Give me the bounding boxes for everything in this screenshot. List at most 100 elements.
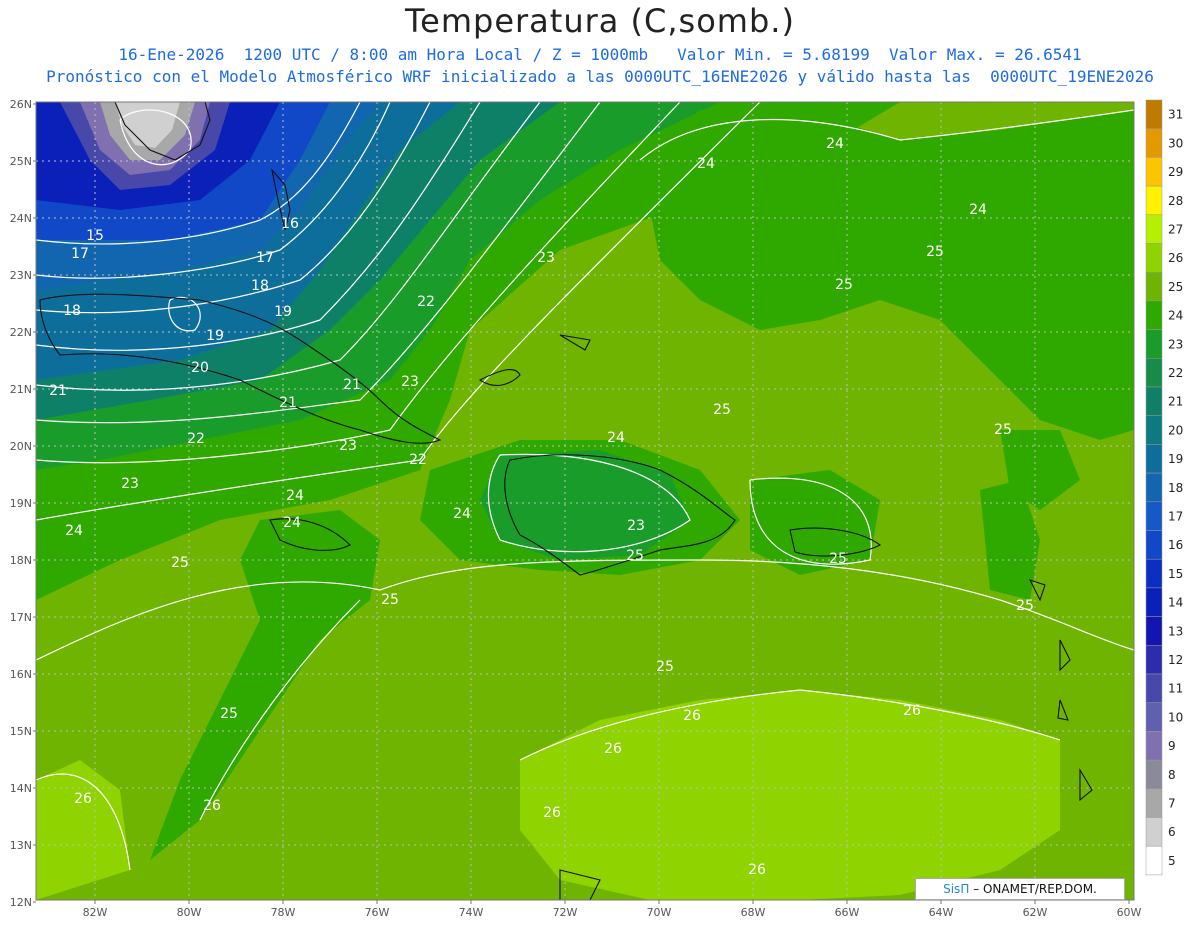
contour-label: 24: [283, 515, 301, 531]
colorbar-swatch: [1145, 271, 1163, 302]
credit-text: – ONAMET/REP.DOM.: [969, 882, 1097, 896]
colorbar-label: 25: [1168, 280, 1183, 294]
colorbar-label: 19: [1168, 452, 1183, 466]
contour-label: 23: [339, 438, 357, 454]
lon-label: 66W: [835, 906, 860, 919]
contour-label: 22: [417, 294, 435, 310]
contour-label: 15: [86, 228, 104, 244]
lat-label: 25N: [10, 155, 32, 168]
lat-label: 26N: [10, 98, 32, 111]
colorbar-swatch: [1145, 817, 1163, 847]
lat-label: 24N: [10, 212, 32, 225]
lon-label: 60W: [1117, 906, 1142, 919]
lat-label: 22N: [10, 326, 32, 339]
colorbar-swatch: [1145, 415, 1163, 445]
lon-label: 72W: [553, 906, 578, 919]
colorbar-swatch: [1145, 99, 1163, 129]
colorbar-swatch: [1145, 358, 1163, 388]
colorbar-swatch: [1145, 444, 1163, 474]
contour-label: 25: [171, 555, 189, 571]
contour-label: 23: [537, 250, 555, 266]
colorbar-label: 30: [1168, 136, 1183, 150]
colorbar-label: 16: [1168, 538, 1183, 552]
colorbar-label: 20: [1168, 423, 1183, 437]
colorbar-label: 8: [1168, 768, 1176, 782]
colorbar-label: 14: [1168, 596, 1183, 610]
colorbar-swatch: [1145, 645, 1163, 675]
colorbar-label: 24: [1168, 309, 1183, 323]
contour-label: 18: [251, 278, 269, 294]
contour-label: 16: [281, 216, 299, 232]
colorbar-label: 17: [1168, 510, 1183, 524]
colorbar-label: 29: [1168, 165, 1183, 179]
colorbar-legend: 31 30 29 28 27 26 25 24 23 22 21 20 19 18 17 16 15 14 13 12…: [1145, 99, 1183, 876]
contour-label: 26: [683, 708, 701, 724]
colorbar-label: 6: [1168, 825, 1176, 839]
lat-label: 15N: [10, 725, 32, 738]
temperature-map: 15 16 17 17 18 18 19 19 20 21 21 21 22 22 22 23 23 23 23 23…: [10, 98, 1184, 919]
colorbar-label: 13: [1168, 624, 1183, 638]
longitude-labels: 82W 80W 78W 76W 74W 72W 70W 68W 66W 64W 62W 60W: [83, 900, 1142, 919]
contour-label: 24: [826, 136, 844, 152]
colorbar-swatch: [1145, 788, 1163, 818]
colorbar-swatch: [1145, 185, 1163, 216]
lon-label: 78W: [271, 906, 296, 919]
lat-label: 17N: [10, 611, 32, 624]
contour-label: 24: [453, 506, 471, 522]
colorbar-swatch: [1145, 731, 1163, 761]
contour-label: 25: [1016, 598, 1034, 614]
lat-label: 23N: [10, 269, 32, 282]
contour-label: 18: [63, 303, 81, 319]
contour-label: 25: [835, 277, 853, 293]
contour-label: 21: [343, 377, 361, 393]
lon-label: 80W: [177, 906, 202, 919]
colorbar-label: 5: [1168, 854, 1176, 868]
lat-label: 16N: [10, 668, 32, 681]
contour-label: 25: [829, 551, 847, 567]
contour-label: 26: [903, 703, 921, 719]
colorbar-swatch: [1145, 157, 1163, 187]
colorbar-label: 15: [1168, 567, 1183, 581]
lon-label: 74W: [459, 906, 484, 919]
colorbar-swatch: [1145, 472, 1163, 503]
colorbar-swatch: [1145, 845, 1163, 876]
colorbar-label: 18: [1168, 481, 1183, 495]
lon-label: 82W: [83, 906, 108, 919]
contour-label: 17: [71, 246, 89, 262]
lon-label: 76W: [365, 906, 390, 919]
contour-label: 19: [274, 304, 292, 320]
lat-label: 14N: [10, 782, 32, 795]
colorbar-swatch: [1145, 702, 1163, 732]
lat-label: 18N: [10, 554, 32, 567]
credit-box: SisΠ – ONAMET/REP.DOM.: [915, 878, 1125, 900]
colorbar-swatch: [1145, 558, 1163, 589]
colorbar-swatch: [1145, 128, 1163, 158]
colorbar-swatch: [1145, 329, 1163, 359]
colorbar-swatch: [1145, 386, 1163, 416]
lat-label: 21N: [10, 383, 32, 396]
colorbar-swatch: [1145, 530, 1163, 560]
colorbar-swatch: [1145, 214, 1163, 244]
contour-label: 20: [191, 360, 209, 376]
lat-label: 20N: [10, 440, 32, 453]
lon-label: 68W: [741, 906, 766, 919]
map-field: [36, 102, 1134, 900]
colorbar-swatch: [1145, 501, 1163, 531]
colorbar-label: 26: [1168, 251, 1183, 265]
contour-label: 25: [381, 592, 399, 608]
contour-label: 24: [697, 156, 715, 172]
lat-label: 12N: [10, 896, 32, 909]
contour-label: 21: [49, 383, 67, 399]
contour-label: 26: [203, 798, 221, 814]
contour-label: 23: [121, 476, 139, 492]
contour-label: 25: [713, 402, 731, 418]
colorbar-label: 9: [1168, 739, 1176, 753]
contour-label: 22: [187, 431, 205, 447]
contour-label: 25: [626, 548, 644, 564]
contour-label: 23: [627, 518, 645, 534]
colorbar-swatch: [1145, 587, 1163, 617]
colorbar-label: 11: [1168, 682, 1183, 696]
colorbar-label: 31: [1168, 108, 1183, 122]
contour-label: 26: [74, 791, 92, 807]
colorbar-label: 23: [1168, 337, 1183, 351]
